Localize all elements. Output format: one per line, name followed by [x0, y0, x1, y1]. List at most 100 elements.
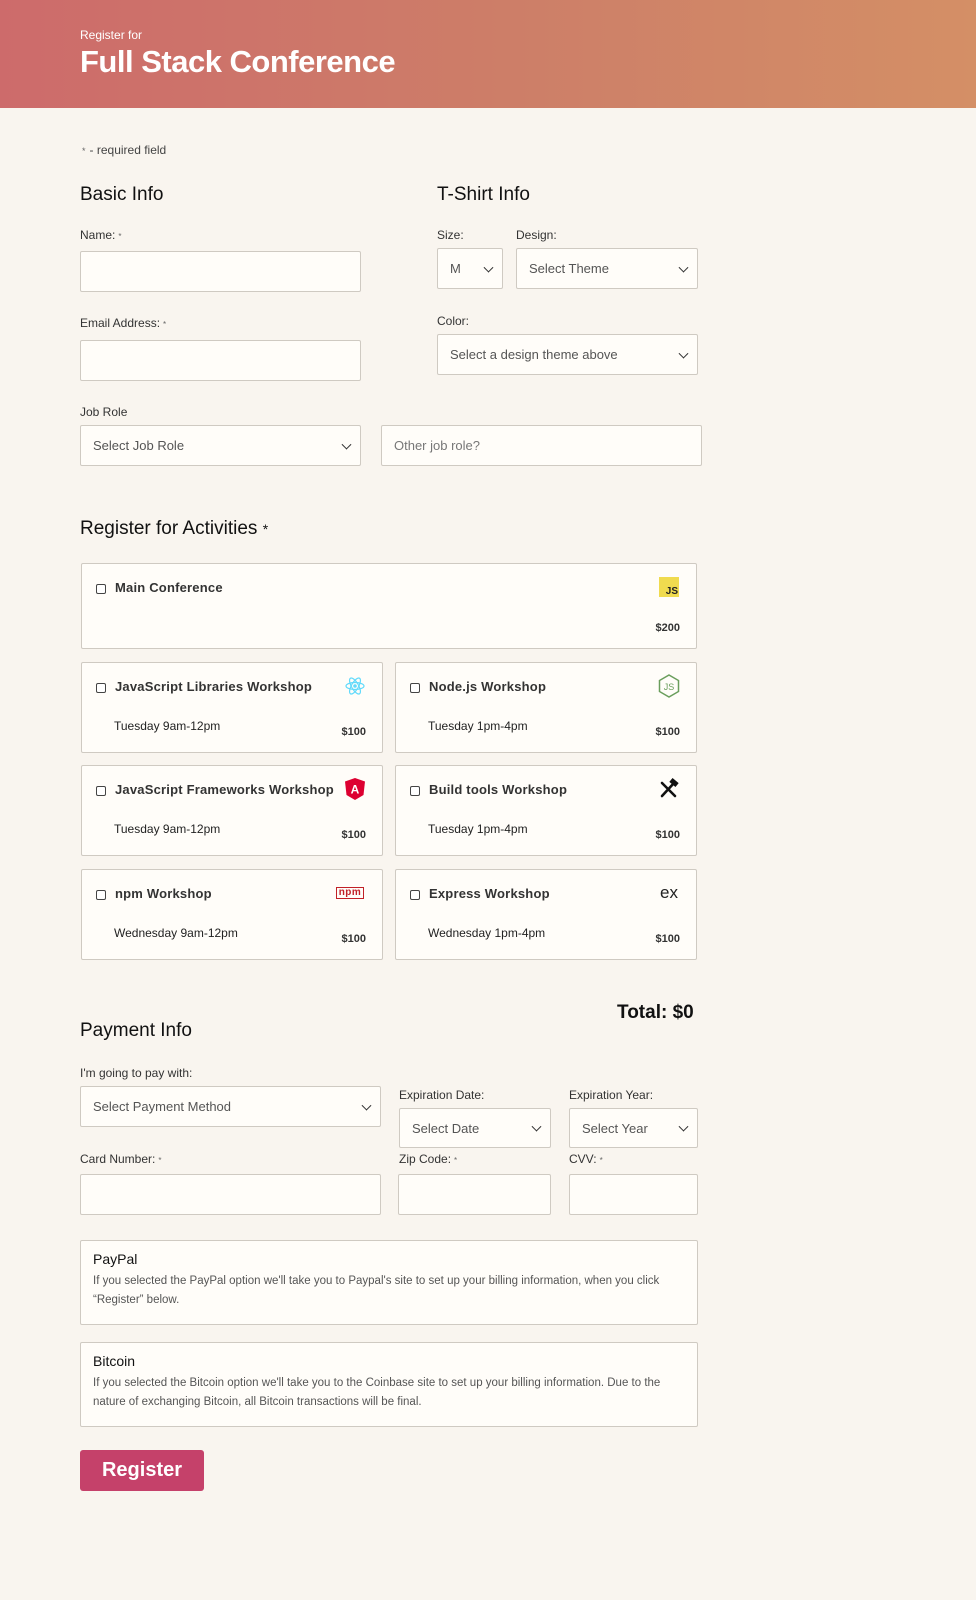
basic-info-heading: Basic Info	[80, 184, 164, 205]
job-role-value: Select Job Role	[93, 438, 185, 453]
activity-checkbox[interactable]	[96, 786, 106, 796]
activity-build-tools[interactable]: Build tools Workshop Tuesday 1pm-4pm $10…	[395, 765, 697, 856]
activity-express[interactable]: Express Workshop ex Wednesday 1pm-4pm $1…	[395, 869, 697, 960]
npm-icon-text: npm	[335, 887, 365, 899]
name-input[interactable]	[80, 251, 361, 292]
size-value: M	[450, 261, 461, 276]
color-label: Color:	[437, 314, 470, 328]
exp-date-value: Select Date	[412, 1120, 480, 1136]
payment-method-value: Select Payment Method	[93, 1099, 232, 1114]
exp-year-label: Expiration Year:	[569, 1088, 654, 1102]
required-star: *	[454, 1156, 458, 1165]
activity-time: Wednesday 9am-12pm	[114, 926, 238, 940]
nodejs-icon: JS	[658, 674, 680, 698]
activity-js-frameworks[interactable]: JavaScript Frameworks Workshop A Tuesday…	[81, 765, 383, 856]
activity-checkbox[interactable]	[96, 584, 106, 594]
activity-checkbox[interactable]	[96, 890, 106, 900]
tshirt-info-heading: T-Shirt Info	[437, 184, 530, 205]
javascript-icon-text: JS	[665, 586, 678, 597]
angular-icon-text: A	[351, 783, 360, 797]
activity-nodejs[interactable]: Node.js Workshop JS Tuesday 1pm-4pm $100	[395, 662, 697, 753]
chevron-down-icon	[341, 439, 352, 450]
activity-js-libraries[interactable]: JavaScript Libraries Workshop Tuesday 9a…	[81, 662, 383, 753]
activity-price: $100	[341, 726, 366, 738]
npm-icon: npm	[334, 882, 366, 904]
activity-checkbox[interactable]	[410, 683, 420, 693]
activity-time: Wednesday 1pm-4pm	[428, 926, 546, 940]
header-pretitle: Register for	[80, 28, 143, 42]
paypal-info-box: PayPal If you selected the PayPal option…	[80, 1240, 698, 1325]
cvv-input[interactable]	[569, 1174, 698, 1215]
exp-date-label: Expiration Date:	[399, 1088, 485, 1102]
nodejs-icon-text: JS	[664, 682, 675, 692]
activity-price: $100	[341, 829, 366, 841]
zip-code-label-text: Zip Code:	[399, 1152, 452, 1166]
activity-checkbox[interactable]	[410, 786, 420, 796]
cvv-label-text: CVV:	[569, 1152, 597, 1166]
required-star: *	[118, 232, 122, 241]
payment-method-select[interactable]: Select Payment Method	[80, 1086, 381, 1127]
job-role-label: Job Role	[80, 405, 128, 419]
activity-name: JavaScript Libraries Workshop	[115, 679, 313, 694]
bitcoin-text: If you selected the Bitcoin option we'll…	[93, 1377, 661, 1408]
design-select[interactable]: Select Theme	[516, 248, 698, 289]
activity-main-conference[interactable]: Main Conference JS $200	[81, 563, 697, 649]
email-label-text: Email Address:	[80, 316, 161, 330]
job-role-select[interactable]: Select Job Role	[80, 425, 361, 466]
activity-name: JavaScript Frameworks Workshop	[115, 782, 334, 797]
javascript-icon: JS	[658, 576, 680, 598]
design-value: Select Theme	[529, 261, 609, 276]
chevron-down-icon	[531, 1121, 542, 1132]
chevron-down-icon	[678, 1121, 689, 1132]
register-button[interactable]: Register	[80, 1450, 204, 1491]
activities-heading-text: Register for Activities	[80, 518, 258, 539]
required-star: *	[262, 521, 269, 537]
pay-with-label: I'm going to pay with:	[80, 1066, 193, 1080]
exp-date-select[interactable]: Select Date	[399, 1108, 551, 1148]
activities-heading: Register for Activities *	[80, 518, 268, 540]
size-label: Size:	[437, 228, 464, 242]
paypal-text: If you selected the PayPal option we'll …	[93, 1275, 660, 1306]
angular-icon: A	[344, 778, 366, 800]
activity-time: Tuesday 1pm-4pm	[428, 719, 528, 733]
build-tools-icon	[658, 778, 680, 800]
card-number-label: Card Number: *	[80, 1152, 161, 1166]
activity-price: $100	[341, 933, 366, 945]
activity-time: Tuesday 9am-12pm	[114, 719, 221, 733]
activity-price: $100	[655, 933, 680, 945]
chevron-down-icon	[361, 1100, 372, 1111]
size-select[interactable]: M	[437, 248, 503, 289]
required-field-note: * - required field	[82, 143, 166, 157]
email-label: Email Address: *	[80, 316, 166, 330]
activities-total: Total: $0	[617, 1002, 694, 1023]
other-job-role-input[interactable]: Other job role?	[381, 425, 702, 466]
exp-year-select[interactable]: Select Year	[569, 1108, 698, 1148]
email-input[interactable]	[80, 340, 361, 381]
react-icon	[344, 675, 366, 697]
zip-code-input[interactable]	[398, 1174, 551, 1215]
other-job-role-placeholder: Other job role?	[394, 438, 480, 453]
name-label-text: Name:	[80, 228, 116, 242]
activity-time: Tuesday 1pm-4pm	[428, 822, 528, 836]
color-select[interactable]: Select a design theme above	[437, 334, 698, 375]
activity-time: Tuesday 9am-12pm	[114, 822, 221, 836]
cvv-label: CVV: *	[569, 1152, 603, 1166]
activity-name: Node.js Workshop	[429, 679, 547, 694]
card-number-input[interactable]	[80, 1174, 381, 1215]
required-star: *	[163, 320, 167, 329]
required-star: *	[82, 146, 86, 156]
activity-name: Express Workshop	[429, 886, 550, 901]
activity-name: Main Conference	[115, 580, 223, 595]
activity-name: Build tools Workshop	[429, 782, 568, 797]
activity-npm[interactable]: npm Workshop npm Wednesday 9am-12pm $100	[81, 869, 383, 960]
design-label: Design:	[516, 228, 557, 242]
chevron-down-icon	[678, 348, 689, 359]
chevron-down-icon	[483, 262, 494, 273]
activity-checkbox[interactable]	[410, 890, 420, 900]
chevron-down-icon	[678, 262, 689, 273]
required-star: *	[599, 1156, 603, 1165]
activity-checkbox[interactable]	[96, 683, 106, 693]
bitcoin-info-box: Bitcoin If you selected the Bitcoin opti…	[80, 1342, 698, 1427]
exp-year-value: Select Year	[582, 1120, 648, 1136]
activity-name: npm Workshop	[115, 886, 212, 901]
